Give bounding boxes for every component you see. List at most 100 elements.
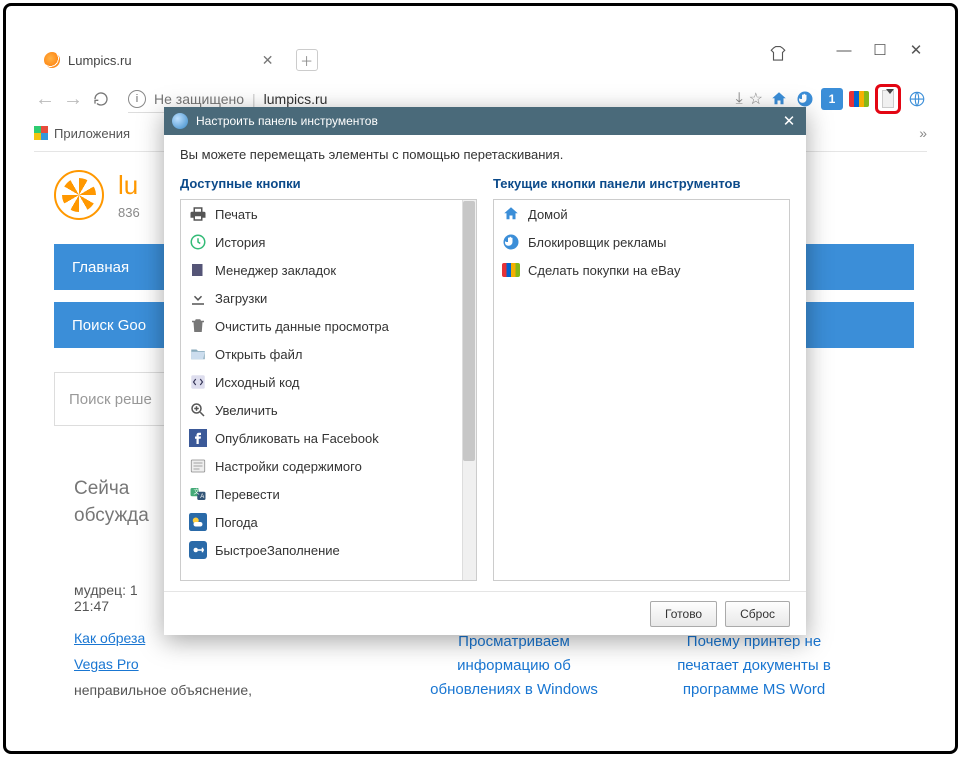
window-maximize-button[interactable]: ☐	[873, 43, 887, 57]
autofill-icon	[189, 541, 207, 559]
toolbar-item-label: Загрузки	[215, 291, 267, 306]
window-minimize-button[interactable]: —	[837, 43, 851, 57]
toolbar-item-history[interactable]: История	[181, 228, 462, 256]
reload-button[interactable]	[90, 88, 112, 110]
toolbar-item-ebay[interactable]: Сделать покупки на eBay	[494, 256, 789, 284]
dialog-close-button[interactable]: ✕	[780, 112, 798, 130]
toolbar-item-clear[interactable]: Очистить данные просмотра	[181, 312, 462, 340]
toolbar-item-print[interactable]: Печать	[181, 200, 462, 228]
toolbar-item-label: Сделать покупки на eBay	[528, 263, 681, 278]
bookmarks-icon	[189, 261, 207, 279]
bookmark-star-icon[interactable]: ☆	[749, 89, 763, 109]
translate-icon: 文A	[189, 485, 207, 503]
dialog-icon	[172, 113, 188, 129]
customize-toolbar-dialog: Настроить панель инструментов ✕ Вы может…	[164, 107, 806, 635]
zoom-icon	[189, 401, 207, 419]
facebook-icon	[189, 429, 207, 447]
toolbar-item-facebook[interactable]: Опубликовать на Facebook	[181, 424, 462, 452]
forward-button[interactable]: →	[62, 88, 84, 110]
home-icon[interactable]	[769, 89, 789, 109]
separator: |	[252, 91, 256, 107]
source-icon	[189, 373, 207, 391]
open-icon	[189, 345, 207, 363]
article-link[interactable]: Как обреза	[74, 630, 145, 646]
toolbar-item-adblock[interactable]: Блокировщик рекламы	[494, 228, 789, 256]
reset-button[interactable]: Сброс	[725, 601, 790, 627]
toolbar-item-label: Перевести	[215, 487, 280, 502]
toolbar-item-bookmarks[interactable]: Менеджер закладок	[181, 256, 462, 284]
dialog-titlebar[interactable]: Настроить панель инструментов ✕	[164, 107, 806, 135]
toolbar-item-open[interactable]: Открыть файл	[181, 340, 462, 368]
svg-text:A: A	[200, 494, 204, 500]
scrollbar[interactable]	[462, 200, 476, 580]
notification-badge[interactable]: 1	[821, 88, 843, 110]
ebay-icon	[502, 261, 520, 279]
downloads-icon	[189, 289, 207, 307]
bookmarks-overflow-icon[interactable]: »	[919, 125, 927, 141]
toolbar-item-label: Менеджер закладок	[215, 263, 336, 278]
article-link[interactable]: Почему принтер непечатает документы впро…	[644, 630, 864, 702]
site-logo	[54, 170, 104, 220]
dialog-description: Вы можете перемещать элементы с помощью …	[164, 135, 806, 166]
toolbar-item-home[interactable]: Домой	[494, 200, 789, 228]
titlebar: Lumpics.ru ✕ ＋ — ☐ ✕	[34, 43, 927, 77]
current-buttons-heading: Текущие кнопки панели инструментов	[493, 172, 790, 199]
article-link[interactable]: Просматриваеминформацию обобновлениях в …	[414, 630, 614, 702]
toolbar-item-weather[interactable]: Погода	[181, 508, 462, 536]
print-icon	[189, 205, 207, 223]
browser-tab[interactable]: Lumpics.ru ✕	[34, 48, 286, 72]
comment-meta: мудрец: 1 21:47	[74, 582, 138, 614]
toolbar-item-label: БыстроеЗаполнение	[215, 543, 340, 558]
globe-icon[interactable]	[907, 89, 927, 109]
dialog-title: Настроить панель инструментов	[196, 114, 378, 128]
tab-favicon	[44, 52, 60, 68]
ebay-icon[interactable]	[849, 91, 869, 107]
bookmark-menu-icon[interactable]: ⤓	[736, 90, 743, 108]
toolbar-item-zoom[interactable]: Увеличить	[181, 396, 462, 424]
current-buttons-list[interactable]: Домой Блокировщик рекламы Сделать покупки …	[493, 199, 790, 581]
content-icon	[189, 457, 207, 475]
back-button[interactable]: ←	[34, 88, 56, 110]
clear-icon	[189, 317, 207, 335]
toolbar-item-label: Опубликовать на Facebook	[215, 431, 379, 446]
history-icon	[189, 233, 207, 251]
available-buttons-list[interactable]: Печать История Менеджер закладок Загрузки Оч…	[180, 199, 477, 581]
toolbar-item-label: Блокировщик рекламы	[528, 235, 666, 250]
window-close-button[interactable]: ✕	[909, 43, 923, 57]
tab-close-button[interactable]: ✕	[260, 52, 276, 68]
toolbar-item-source[interactable]: Исходный код	[181, 368, 462, 396]
adblock-icon[interactable]	[795, 89, 815, 109]
toolbar-item-autofill[interactable]: БыстроеЗаполнение	[181, 536, 462, 564]
discuss-heading: Сейча обсужда	[74, 476, 149, 529]
toolbar-item-label: Настройки содержимого	[215, 459, 362, 474]
tab-title: Lumpics.ru	[68, 53, 132, 68]
toolbar-item-label: Открыть файл	[215, 347, 302, 362]
toolbar-item-content[interactable]: Настройки содержимого	[181, 452, 462, 480]
tshirt-icon[interactable]	[769, 45, 787, 61]
done-button[interactable]: Готово	[650, 601, 717, 627]
toolbar-item-label: Погода	[215, 515, 258, 530]
site-info-icon[interactable]: i	[128, 90, 146, 108]
weather-icon	[189, 513, 207, 531]
toolbar-item-label: Увеличить	[215, 403, 278, 418]
toolbar-item-label: Домой	[528, 207, 568, 222]
home-icon	[502, 205, 520, 223]
site-counter: 836	[118, 205, 140, 220]
site-name: lu	[118, 170, 140, 201]
available-buttons-heading: Доступные кнопки	[180, 172, 477, 199]
article-link[interactable]: Vegas Pro	[74, 656, 139, 672]
apps-icon[interactable]	[34, 126, 48, 140]
toolbar-item-downloads[interactable]: Загрузки	[181, 284, 462, 312]
toolbar-item-label: Печать	[215, 207, 258, 222]
toolbar-item-label: История	[215, 235, 265, 250]
toolbar-overflow-dropdown[interactable]	[875, 84, 901, 114]
security-label: Не защищено	[154, 91, 244, 107]
url-text: lumpics.ru	[264, 91, 328, 107]
apps-label[interactable]: Приложения	[54, 126, 130, 141]
toolbar-item-label: Исходный код	[215, 375, 300, 390]
toolbar-item-translate[interactable]: 文A Перевести	[181, 480, 462, 508]
toolbar-item-label: Очистить данные просмотра	[215, 319, 389, 334]
adblock-icon	[502, 233, 520, 251]
comment-text: неправильное объяснение,	[74, 682, 252, 698]
new-tab-button[interactable]: ＋	[296, 49, 318, 71]
